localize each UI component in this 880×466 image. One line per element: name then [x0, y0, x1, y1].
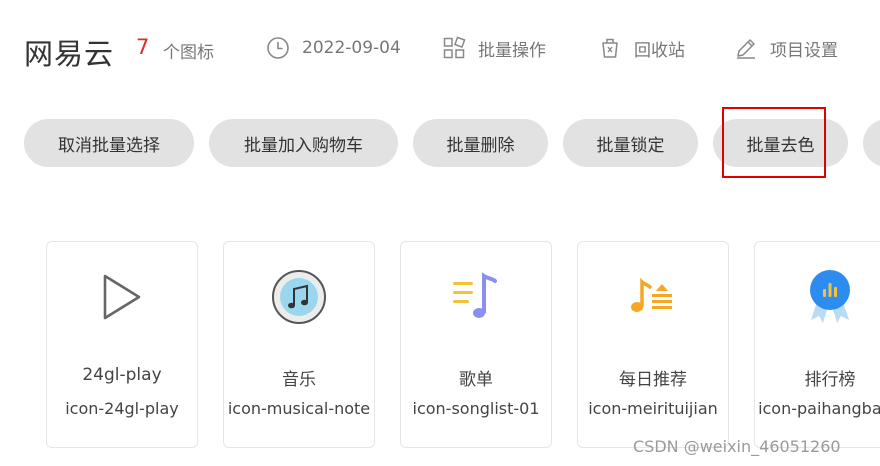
- recycle-bin-label: 回收站: [634, 40, 685, 61]
- icon-card[interactable]: 24gl-play icon-24gl-play: [46, 241, 198, 448]
- icon-name: 每日推荐: [619, 370, 687, 390]
- icon-code: icon-meirituijian: [588, 399, 718, 418]
- batch-operation-label: 批量操作: [478, 40, 546, 61]
- pencil-icon: [737, 39, 755, 59]
- batch-lock-button[interactable]: 批量锁定: [563, 119, 698, 167]
- icon-code: icon-24gl-play: [65, 399, 179, 418]
- highlight-annotation: [722, 107, 826, 178]
- icon-code: icon-musical-note: [227, 399, 371, 418]
- icon-name: 歌单: [459, 370, 493, 390]
- project-date: 2022-09-04: [266, 34, 401, 62]
- project-date-text: 2022-09-04: [302, 38, 401, 58]
- icon-name: 音乐: [282, 370, 316, 390]
- project-header: 网易云 7 个图标 2022-09-04 批量操作 回收站 项目设置: [0, 0, 880, 95]
- project-title: 网易云: [24, 37, 115, 71]
- play-icon: [93, 268, 151, 326]
- project-settings-button[interactable]: 项目设置: [734, 34, 838, 62]
- musical-note-icon: [270, 268, 328, 326]
- project-settings-label: 项目设置: [770, 40, 838, 61]
- icon-code: icon-paihangbang: [758, 399, 880, 418]
- batch-operation-button[interactable]: 批量操作: [442, 34, 546, 62]
- songlist-icon: [447, 268, 505, 326]
- watermark: CSDN @weixin_46051260: [633, 437, 841, 456]
- ranking-icon: [801, 268, 859, 326]
- trash-icon: [602, 38, 618, 58]
- grid-icon: [443, 36, 466, 59]
- icon-card[interactable]: 歌单 icon-songlist-01: [400, 241, 552, 448]
- batch-add-to-cart-button[interactable]: 批量加入购物车: [209, 119, 398, 167]
- batch-delete-button[interactable]: 批量删除: [413, 119, 548, 167]
- daily-recommend-icon: [624, 268, 682, 326]
- recycle-bin-button[interactable]: 回收站: [598, 34, 685, 62]
- icon-count-label: 个图标: [163, 43, 214, 63]
- icon-card[interactable]: 排行榜 icon-paihangbang: [754, 241, 880, 448]
- icon-name: 排行榜: [804, 370, 856, 390]
- more-batch-button[interactable]: [863, 119, 880, 167]
- icon-name: 24gl-play: [82, 365, 162, 385]
- icon-count: 7: [136, 35, 150, 59]
- clock-icon: [267, 37, 289, 59]
- icon-card[interactable]: 每日推荐 icon-meirituijian: [577, 241, 729, 448]
- cancel-batch-select-button[interactable]: 取消批量选择: [24, 119, 194, 167]
- icon-card[interactable]: 音乐 icon-musical-note: [223, 241, 375, 448]
- icon-code: icon-songlist-01: [412, 399, 540, 418]
